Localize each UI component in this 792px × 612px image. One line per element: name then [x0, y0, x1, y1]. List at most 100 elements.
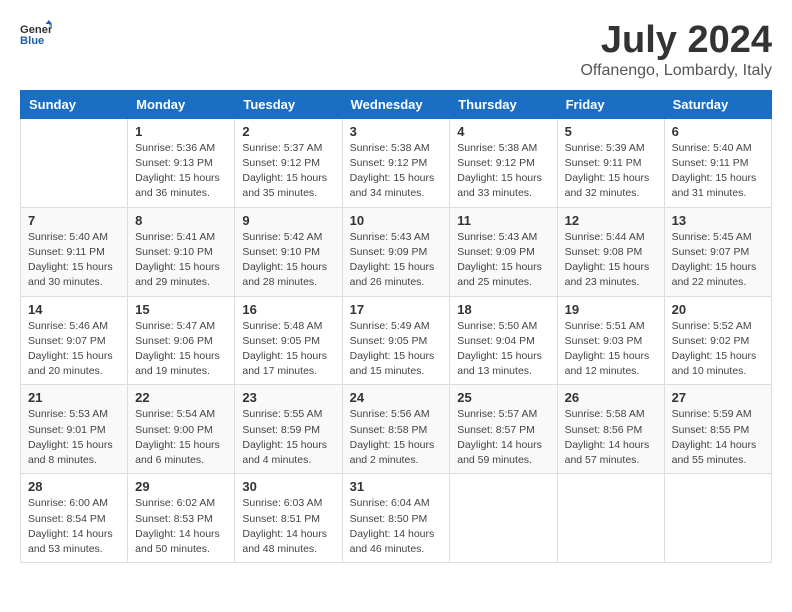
calendar-week-row: 14 Sunrise: 5:46 AM Sunset: 9:07 PM Dayli… [21, 296, 772, 385]
logo: General Blue [20, 20, 52, 48]
weekday-header-wednesday: Wednesday [342, 90, 450, 118]
svg-text:General: General [20, 24, 52, 36]
day-number: 23 [242, 390, 334, 405]
calendar-cell: 13 Sunrise: 5:45 AM Sunset: 9:07 PM Dayli… [664, 207, 771, 296]
day-info: Sunrise: 5:47 AM Sunset: 9:06 PM Dayligh… [135, 319, 227, 380]
calendar-cell: 29Sunrise: 6:02 AM Sunset: 8:53 PM Dayli… [128, 474, 235, 563]
calendar-week-row: 28 Sunrise: 6:00 AM Sunset: 8:54 PM Dayli… [21, 474, 772, 563]
calendar-cell: 17Sunrise: 5:49 AM Sunset: 9:05 PM Dayli… [342, 296, 450, 385]
calendar-cell: 14 Sunrise: 5:46 AM Sunset: 9:07 PM Dayli… [21, 296, 128, 385]
day-number: 27 [672, 390, 764, 405]
calendar-cell: 6Sunrise: 5:40 AM Sunset: 9:11 PM Daylig… [664, 118, 771, 207]
calendar-cell: 19 Sunrise: 5:51 AM Sunset: 9:03 PM Dayli… [557, 296, 664, 385]
day-number: 9 [242, 213, 334, 228]
calendar-table: SundayMondayTuesdayWednesdayThursdayFrid… [20, 90, 772, 563]
day-number: 13 [672, 213, 764, 228]
day-number: 31 [350, 479, 443, 494]
day-number: 2 [242, 124, 334, 139]
calendar-cell: 28 Sunrise: 6:00 AM Sunset: 8:54 PM Dayli… [21, 474, 128, 563]
calendar-cell: 27 Sunrise: 5:59 AM Sunset: 8:55 PM Dayli… [664, 385, 771, 474]
calendar-cell: 10 Sunrise: 5:43 AM Sunset: 9:09 PM Dayli… [342, 207, 450, 296]
day-number: 1 [135, 124, 227, 139]
calendar-cell: 26Sunrise: 5:58 AM Sunset: 8:56 PM Dayli… [557, 385, 664, 474]
month-title: July 2024 [580, 20, 772, 62]
day-number: 8 [135, 213, 227, 228]
day-info: Sunrise: 5:46 AM Sunset: 9:07 PM Dayligh… [28, 319, 120, 380]
day-info: Sunrise: 6:02 AM Sunset: 8:53 PM Dayligh… [135, 496, 227, 557]
calendar-cell: 15Sunrise: 5:47 AM Sunset: 9:06 PM Dayli… [128, 296, 235, 385]
weekday-header-tuesday: Tuesday [235, 90, 342, 118]
calendar-cell: 24 Sunrise: 5:56 AM Sunset: 8:58 PM Dayli… [342, 385, 450, 474]
day-number: 22 [135, 390, 227, 405]
day-number: 28 [28, 479, 120, 494]
day-number: 10 [350, 213, 443, 228]
day-info: Sunrise: 5:54 AM Sunset: 9:00 PM Dayligh… [135, 407, 227, 468]
calendar-cell: 30 Sunrise: 6:03 AM Sunset: 8:51 PM Dayli… [235, 474, 342, 563]
calendar-cell: 25 Sunrise: 5:57 AM Sunset: 8:57 PM Dayli… [450, 385, 557, 474]
calendar-week-row: 1 Sunrise: 5:36 AM Sunset: 9:13 PM Daylig… [21, 118, 772, 207]
calendar-cell: 9 Sunrise: 5:42 AM Sunset: 9:10 PM Daylig… [235, 207, 342, 296]
day-info: Sunrise: 5:56 AM Sunset: 8:58 PM Dayligh… [350, 407, 443, 468]
calendar-cell: 21Sunrise: 5:53 AM Sunset: 9:01 PM Dayli… [21, 385, 128, 474]
calendar-cell [21, 118, 128, 207]
day-number: 26 [565, 390, 657, 405]
day-info: Sunrise: 5:39 AM Sunset: 9:11 PM Dayligh… [565, 141, 657, 202]
day-number: 6 [672, 124, 764, 139]
day-info: Sunrise: 6:04 AM Sunset: 8:50 PM Dayligh… [350, 496, 443, 557]
day-number: 11 [457, 213, 549, 228]
day-number: 18 [457, 302, 549, 317]
calendar-cell: 11 Sunrise: 5:43 AM Sunset: 9:09 PM Dayli… [450, 207, 557, 296]
day-info: Sunrise: 5:50 AM Sunset: 9:04 PM Dayligh… [457, 319, 549, 380]
day-number: 14 [28, 302, 120, 317]
calendar-cell: 22 Sunrise: 5:54 AM Sunset: 9:00 PM Dayli… [128, 385, 235, 474]
day-info: Sunrise: 5:52 AM Sunset: 9:02 PM Dayligh… [672, 319, 764, 380]
day-info: Sunrise: 5:36 AM Sunset: 9:13 PM Dayligh… [135, 141, 227, 202]
day-info: Sunrise: 6:00 AM Sunset: 8:54 PM Dayligh… [28, 496, 120, 557]
calendar-cell: 31 Sunrise: 6:04 AM Sunset: 8:50 PM Dayli… [342, 474, 450, 563]
day-number: 24 [350, 390, 443, 405]
day-info: Sunrise: 5:49 AM Sunset: 9:05 PM Dayligh… [350, 319, 443, 380]
day-info: Sunrise: 5:59 AM Sunset: 8:55 PM Dayligh… [672, 407, 764, 468]
location-title: Offanengo, Lombardy, Italy [580, 62, 772, 80]
day-number: 7 [28, 213, 120, 228]
logo-icon: General Blue [20, 20, 52, 48]
weekday-header-thursday: Thursday [450, 90, 557, 118]
calendar-cell: 5Sunrise: 5:39 AM Sunset: 9:11 PM Daylig… [557, 118, 664, 207]
day-info: Sunrise: 5:41 AM Sunset: 9:10 PM Dayligh… [135, 230, 227, 291]
title-section: July 2024 Offanengo, Lombardy, Italy [580, 20, 772, 80]
day-info: Sunrise: 5:43 AM Sunset: 9:09 PM Dayligh… [350, 230, 443, 291]
day-info: Sunrise: 5:55 AM Sunset: 8:59 PM Dayligh… [242, 407, 334, 468]
day-number: 21 [28, 390, 120, 405]
calendar-cell: 4Sunrise: 5:38 AM Sunset: 9:12 PM Daylig… [450, 118, 557, 207]
day-info: Sunrise: 5:42 AM Sunset: 9:10 PM Dayligh… [242, 230, 334, 291]
page-header: General Blue July 2024 Offanengo, Lombar… [20, 20, 772, 80]
weekday-header-sunday: Sunday [21, 90, 128, 118]
day-info: Sunrise: 5:51 AM Sunset: 9:03 PM Dayligh… [565, 319, 657, 380]
calendar-cell [557, 474, 664, 563]
day-number: 19 [565, 302, 657, 317]
calendar-week-row: 7 Sunrise: 5:40 AM Sunset: 9:11 PM Daylig… [21, 207, 772, 296]
calendar-cell: 12 Sunrise: 5:44 AM Sunset: 9:08 PM Dayli… [557, 207, 664, 296]
day-number: 25 [457, 390, 549, 405]
day-info: Sunrise: 5:57 AM Sunset: 8:57 PM Dayligh… [457, 407, 549, 468]
weekday-header-saturday: Saturday [664, 90, 771, 118]
day-info: Sunrise: 5:40 AM Sunset: 9:11 PM Dayligh… [28, 230, 120, 291]
day-info: Sunrise: 5:44 AM Sunset: 9:08 PM Dayligh… [565, 230, 657, 291]
day-info: Sunrise: 5:45 AM Sunset: 9:07 PM Dayligh… [672, 230, 764, 291]
calendar-cell [664, 474, 771, 563]
day-info: Sunrise: 5:38 AM Sunset: 9:12 PM Dayligh… [350, 141, 443, 202]
calendar-cell [450, 474, 557, 563]
weekday-header-monday: Monday [128, 90, 235, 118]
day-info: Sunrise: 5:43 AM Sunset: 9:09 PM Dayligh… [457, 230, 549, 291]
calendar-cell: 18 Sunrise: 5:50 AM Sunset: 9:04 PM Dayli… [450, 296, 557, 385]
calendar-cell: 7 Sunrise: 5:40 AM Sunset: 9:11 PM Daylig… [21, 207, 128, 296]
day-info: Sunrise: 6:03 AM Sunset: 8:51 PM Dayligh… [242, 496, 334, 557]
calendar-cell: 2Sunrise: 5:37 AM Sunset: 9:12 PM Daylig… [235, 118, 342, 207]
day-number: 12 [565, 213, 657, 228]
calendar-cell: 1 Sunrise: 5:36 AM Sunset: 9:13 PM Daylig… [128, 118, 235, 207]
day-info: Sunrise: 5:48 AM Sunset: 9:05 PM Dayligh… [242, 319, 334, 380]
day-number: 3 [350, 124, 443, 139]
day-number: 4 [457, 124, 549, 139]
day-number: 30 [242, 479, 334, 494]
calendar-cell: 20Sunrise: 5:52 AM Sunset: 9:02 PM Dayli… [664, 296, 771, 385]
